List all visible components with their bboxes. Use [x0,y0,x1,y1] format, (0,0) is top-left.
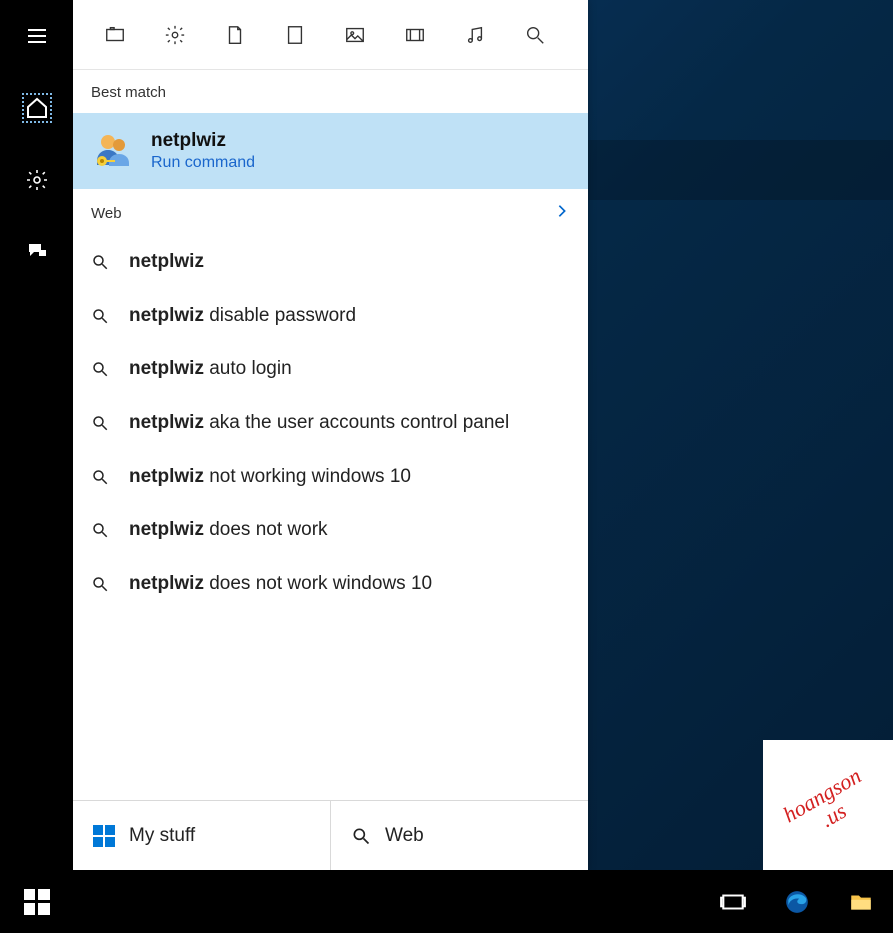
web-suggestions-list: netplwiz netplwiz disable password netplwi… [73,235,588,616]
web-heading[interactable]: Web [73,189,588,235]
user-accounts-icon [91,129,135,173]
search-icon [91,360,111,386]
web-suggestion[interactable]: netplwiz aka the user accounts control p… [73,398,588,452]
search-icon [91,521,111,547]
my-stuff-label: My stuff [129,825,195,847]
web-suggestion[interactable]: netplwiz does not work [73,505,588,559]
web-suggestion[interactable]: netplwiz not working windows 10 [73,452,588,506]
settings-filter-icon[interactable] [163,23,187,47]
chevron-right-icon [554,203,570,223]
search-icon [91,468,111,494]
taskbar [0,870,893,933]
web-heading-text: Web [91,205,122,222]
web-tab-label: Web [385,825,424,847]
edge-browser-button[interactable] [765,870,829,933]
settings-button[interactable] [0,144,73,216]
folders-filter-icon[interactable] [283,23,307,47]
web-suggestion[interactable]: netplwiz auto login [73,344,588,398]
web-suggestion-text: netplwiz does not work [129,517,328,543]
apps-filter-icon[interactable] [103,23,127,47]
web-suggestion[interactable]: netplwiz disable password [73,291,588,345]
search-filter-icon[interactable] [523,23,547,47]
start-button[interactable] [0,870,73,933]
feedback-button[interactable] [0,216,73,288]
photos-filter-icon[interactable] [343,23,367,47]
search-results-panel: Best match netplwiz Run command Web netp… [73,0,588,870]
search-icon [91,575,111,601]
search-icon [91,414,111,440]
best-match-title: netplwiz [151,130,255,152]
best-match-result[interactable]: netplwiz Run command [73,113,588,189]
best-match-heading: Best match [73,70,588,113]
bottom-scope-tabs: My stuff Web [73,800,588,870]
web-suggestion-text: netplwiz does not work windows 10 [129,571,432,597]
cortana-left-rail [0,0,73,933]
my-stuff-tab[interactable]: My stuff [73,801,330,870]
best-match-heading-text: Best match [91,84,166,101]
best-match-subtitle: Run command [151,154,255,172]
web-tab[interactable]: Web [330,801,588,870]
web-suggestion[interactable]: netplwiz [73,237,588,291]
watermark: hoangson .us [763,740,893,870]
web-suggestion-text: netplwiz [129,249,204,275]
task-view-button[interactable] [701,870,765,933]
web-suggestion-text: netplwiz aka the user accounts control p… [129,410,509,436]
web-suggestion-text: netplwiz not working windows 10 [129,464,411,490]
search-icon [91,307,111,333]
home-button[interactable] [0,72,73,144]
windows-logo-icon [93,825,115,847]
music-filter-icon[interactable] [463,23,487,47]
windows-logo-icon [24,889,50,915]
hamburger-menu-button[interactable] [0,0,73,72]
documents-filter-icon[interactable] [223,23,247,47]
search-icon [91,253,111,279]
web-suggestion-text: netplwiz auto login [129,356,292,382]
file-explorer-button[interactable] [829,870,893,933]
web-suggestion-text: netplwiz disable password [129,303,356,329]
filter-bar [73,0,588,70]
desktop-window-shadow [588,140,893,200]
web-suggestion[interactable]: netplwiz does not work windows 10 [73,559,588,613]
videos-filter-icon[interactable] [403,23,427,47]
